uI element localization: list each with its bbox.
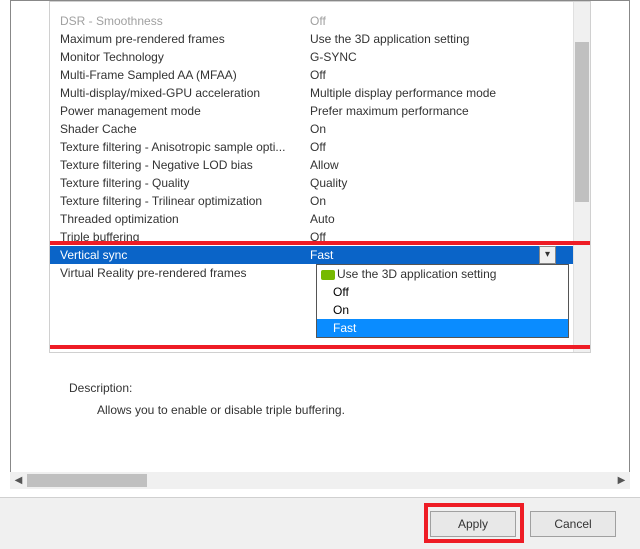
chevron-down-icon[interactable]: ▾ xyxy=(539,246,556,264)
button-bar: Apply Cancel xyxy=(0,497,640,549)
setting-value: Auto xyxy=(306,210,573,228)
setting-label: Multi-Frame Sampled AA (MFAA) xyxy=(50,66,306,84)
setting-label: Power management mode xyxy=(50,102,306,120)
setting-row[interactable]: Multi-display/mixed-GPU accelerationMult… xyxy=(50,84,573,102)
setting-value: Use the 3D application setting xyxy=(306,30,573,48)
setting-row[interactable]: Power management modePrefer maximum perf… xyxy=(50,102,573,120)
setting-row[interactable]: Maximum pre-rendered framesUse the 3D ap… xyxy=(50,30,573,48)
setting-row[interactable]: Multi-Frame Sampled AA (MFAA)Off xyxy=(50,66,573,84)
settings-panel: DSR - SmoothnessOffMaximum pre-rendered … xyxy=(49,1,591,488)
setting-label: Texture filtering - Quality xyxy=(50,174,306,192)
setting-value: Quality xyxy=(306,174,573,192)
setting-value: Off xyxy=(306,66,573,84)
setting-value: G-SYNC xyxy=(306,48,573,66)
nvidia-icon xyxy=(321,270,335,280)
setting-label: Multi-display/mixed-GPU acceleration xyxy=(50,84,306,102)
setting-row[interactable]: DSR - SmoothnessOff xyxy=(50,12,573,30)
setting-label: Vertical sync xyxy=(50,246,306,264)
setting-row[interactable]: Triple bufferingOff xyxy=(50,228,573,246)
setting-row[interactable]: Vertical syncFast▾ xyxy=(50,246,573,264)
setting-row[interactable]: Texture filtering - Anisotropic sample o… xyxy=(50,138,573,156)
vsync-dropdown[interactable]: Use the 3D application setting OffOnFast xyxy=(316,264,569,338)
setting-label: Threaded optimization xyxy=(50,210,306,228)
setting-value: On xyxy=(306,192,573,210)
setting-value: Off xyxy=(306,228,573,246)
cancel-button[interactable]: Cancel xyxy=(530,511,616,537)
setting-label: Texture filtering - Trilinear optimizati… xyxy=(50,192,306,210)
setting-value: Fast xyxy=(306,246,573,264)
scroll-right-icon[interactable]: ▶ xyxy=(613,472,630,489)
apply-button[interactable]: Apply xyxy=(430,511,516,537)
setting-value: On xyxy=(306,120,573,138)
dropdown-option-default[interactable]: Use the 3D application setting xyxy=(317,265,568,283)
dropdown-option[interactable]: On xyxy=(317,301,568,319)
setting-label: Triple buffering xyxy=(50,228,306,246)
setting-label: Texture filtering - Negative LOD bias xyxy=(50,156,306,174)
setting-row[interactable]: Monitor TechnologyG-SYNC xyxy=(50,48,573,66)
settings-scrollbar[interactable] xyxy=(573,2,590,352)
description-label: Description: xyxy=(69,381,132,395)
setting-label: Monitor Technology xyxy=(50,48,306,66)
setting-value: Off xyxy=(306,12,573,30)
scroll-thumb[interactable] xyxy=(27,474,147,487)
setting-value: Multiple display performance mode xyxy=(306,84,573,102)
setting-value: Allow xyxy=(306,156,573,174)
setting-label: Virtual Reality pre-rendered frames xyxy=(50,264,306,282)
setting-label: Texture filtering - Anisotropic sample o… xyxy=(50,138,306,156)
description-text: Allows you to enable or disable triple b… xyxy=(97,403,345,417)
dialog-frame: DSR - SmoothnessOffMaximum pre-rendered … xyxy=(10,0,630,489)
setting-row[interactable]: Texture filtering - Trilinear optimizati… xyxy=(50,192,573,210)
setting-label: DSR - Smoothness xyxy=(50,12,306,30)
settings-list-box: DSR - SmoothnessOffMaximum pre-rendered … xyxy=(49,1,591,353)
setting-value: Off xyxy=(306,138,573,156)
scroll-left-icon[interactable]: ◀ xyxy=(10,472,27,489)
setting-value: Prefer maximum performance xyxy=(306,102,573,120)
setting-label: Maximum pre-rendered frames xyxy=(50,30,306,48)
dropdown-option[interactable]: Fast xyxy=(317,319,568,337)
dropdown-option-label: Use the 3D application setting xyxy=(337,267,496,281)
setting-row[interactable]: Texture filtering - Negative LOD biasAll… xyxy=(50,156,573,174)
setting-row[interactable]: Threaded optimizationAuto xyxy=(50,210,573,228)
setting-row[interactable]: Shader CacheOn xyxy=(50,120,573,138)
scrollbar-thumb[interactable] xyxy=(575,42,589,202)
setting-row[interactable]: Texture filtering - QualityQuality xyxy=(50,174,573,192)
horizontal-scrollbar[interactable]: ◀ ▶ xyxy=(10,472,630,489)
dropdown-option[interactable]: Off xyxy=(317,283,568,301)
scroll-track[interactable] xyxy=(27,472,613,489)
setting-label: Shader Cache xyxy=(50,120,306,138)
